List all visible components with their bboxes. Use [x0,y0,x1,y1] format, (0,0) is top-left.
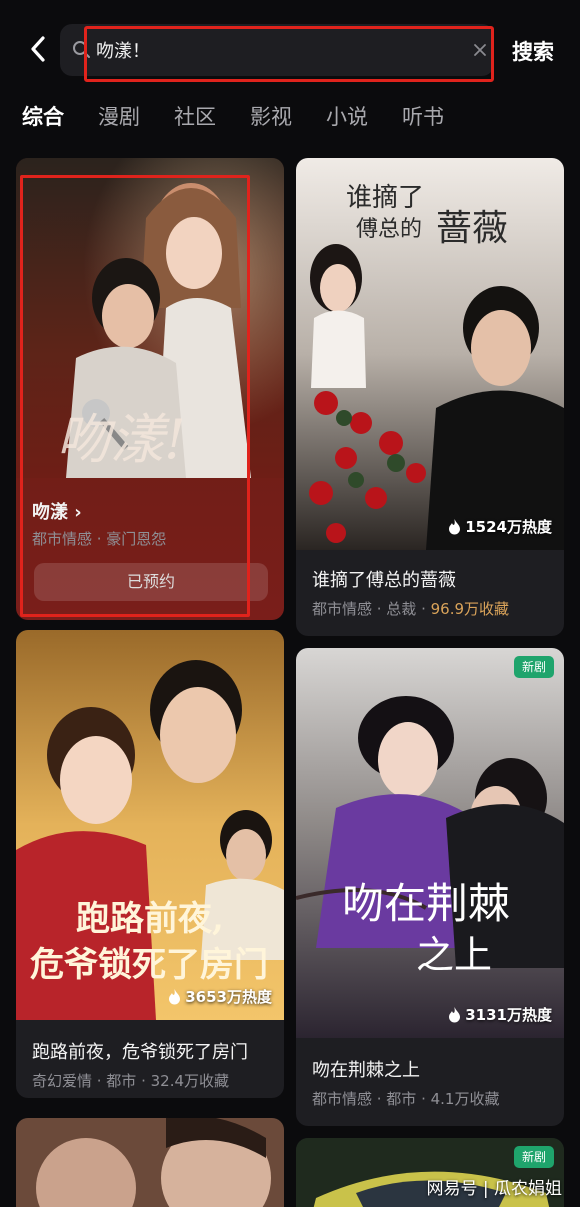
svg-text:跑路前夜,: 跑路前夜, [76,899,224,939]
search-button[interactable]: 搜索 [512,36,554,66]
heat-value: 3653万热度 [185,988,272,1006]
fire-icon [449,1006,461,1022]
drama-tags: 都市情感 · 总裁 · 96.9万收藏 [312,600,510,618]
heat-value: 1524万热度 [465,518,552,536]
drama-poster[interactable] [16,1118,284,1207]
tab-all[interactable]: 综合 [22,100,64,140]
svg-text:傅总的: 傅总的 [356,217,422,242]
collect-count: 96.9万收藏 [430,600,510,618]
drama-poster[interactable]: 谁摘了 傅总的 蔷薇 [296,158,564,550]
fire-icon [169,988,181,1004]
category-tabs: 综合 漫剧 社区 影视 小说 听书 [22,100,444,140]
clear-icon[interactable] [470,40,490,60]
svg-text:之上: 之上 [416,933,492,977]
drama-card[interactable]: 谁摘了 傅总的 蔷薇 1524万热度 谁摘了傅总的蔷薇 都市情感 · 总裁 · … [296,158,564,636]
tab-novel[interactable]: 小说 [326,100,368,140]
fire-icon [449,518,461,534]
svg-text:谁摘了: 谁摘了 [346,183,424,213]
new-drama-badge: 新剧 [514,656,554,678]
drama-poster[interactable]: 吻在荆棘 之上 [296,648,564,1038]
drama-poster[interactable]: 跑路前夜, 危爷锁死了房门 [16,630,284,1020]
drama-card[interactable] [16,1118,284,1207]
drama-title[interactable]: 吻在荆棘之上 [312,1056,420,1082]
drama-highlight-box [20,175,250,617]
heat-count: 1524万热度 [448,516,552,537]
new-drama-badge: 新剧 [514,1146,554,1168]
drama-title[interactable]: 跑路前夜，危爷锁死了房门 [32,1038,248,1064]
tab-film-tv[interactable]: 影视 [250,100,292,140]
drama-tags: 都市情感 · 都市 · 4.1万收藏 [312,1090,500,1108]
top-bar: 吻漾！ 搜索 [0,20,580,82]
drama-card[interactable]: 跑路前夜, 危爷锁死了房门 3653万热度 跑路前夜，危爷锁死了房门 奇幻爱情 … [16,630,284,1098]
heat-count: 3131万热度 [448,1004,552,1025]
svg-text:危爷锁死了房门: 危爷锁死了房门 [30,945,268,985]
drama-card[interactable]: 吻在荆棘 之上 新剧 3131万热度 吻在荆棘之上 都市情感 · 都市 · 4.… [296,648,564,1126]
back-icon[interactable] [22,32,56,66]
drama-title[interactable]: 谁摘了傅总的蔷薇 [312,566,456,592]
search-input[interactable]: 吻漾！ [96,38,436,66]
svg-text:蔷薇: 蔷薇 [436,208,508,249]
tab-comic-drama[interactable]: 漫剧 [98,100,140,140]
drama-tags: 奇幻爱情 · 都市 · 32.4万收藏 [32,1072,230,1090]
heat-value: 3131万热度 [465,1006,552,1024]
tab-audiobook[interactable]: 听书 [402,100,444,140]
svg-text:吻在荆棘: 吻在荆棘 [342,879,510,928]
tab-community[interactable]: 社区 [174,100,216,140]
watermark: 网易号 | 瓜农娟姐 [426,1179,562,1199]
heat-count: 3653万热度 [168,986,272,1007]
